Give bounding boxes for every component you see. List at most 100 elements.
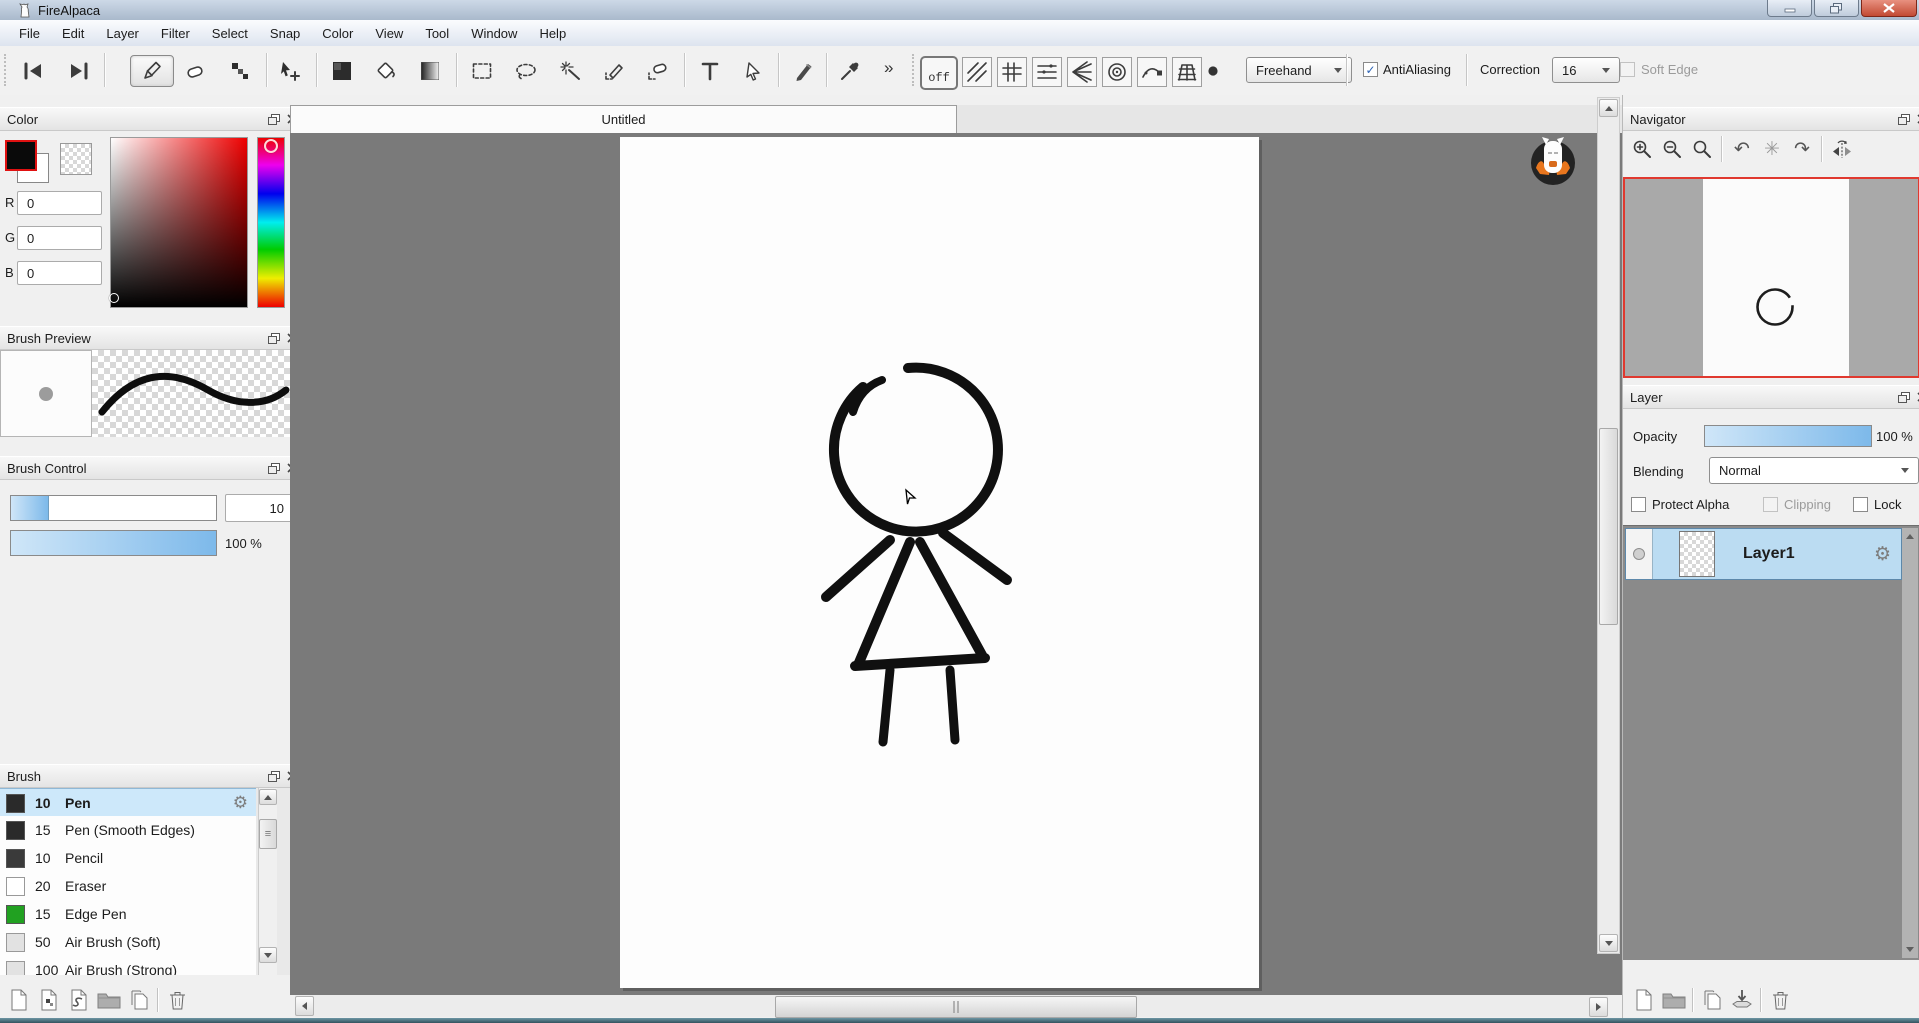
canvas-page[interactable] <box>620 137 1259 988</box>
delete-brush-icon[interactable] <box>162 987 192 1013</box>
move-tool[interactable] <box>268 55 312 87</box>
snap-parallel-button[interactable] <box>962 57 992 87</box>
scrollbar-thumb[interactable] <box>775 996 1137 1018</box>
antialiasing-checkbox[interactable]: ✓ <box>1363 62 1378 77</box>
snap-group-handle[interactable] <box>912 54 914 86</box>
redo-button[interactable] <box>56 55 100 87</box>
scrollbar-thumb[interactable]: ≡ <box>259 819 277 849</box>
brush-list-item[interactable]: 100 Air Brush (Strong) <box>0 956 256 975</box>
brush-list-item[interactable]: 15 Pen (Smooth Edges) <box>0 816 256 845</box>
text-tool[interactable] <box>688 55 732 87</box>
brush-size-value[interactable]: 10 <box>225 494 293 522</box>
brush-size-slider[interactable] <box>10 495 217 521</box>
flip-view-icon[interactable] <box>1827 135 1857 163</box>
gradient-tool[interactable] <box>408 55 452 87</box>
correction-dropdown[interactable]: 16 <box>1552 57 1620 83</box>
layer-thumbnail[interactable] <box>1679 531 1715 577</box>
scroll-left-button[interactable] <box>295 996 314 1016</box>
menu-edit[interactable]: Edit <box>51 20 95 46</box>
scroll-down-button[interactable] <box>259 947 277 963</box>
navigator-preview[interactable] <box>1623 177 1919 378</box>
zoom-out-icon[interactable] <box>1657 135 1687 163</box>
scroll-up-button[interactable] <box>259 789 277 805</box>
brush-list-item[interactable]: 10 Pen ⚙ <box>0 788 256 818</box>
layer-row[interactable]: Layer1 ⚙ <box>1625 528 1902 580</box>
green-value-field[interactable]: 0 <box>17 226 102 250</box>
menu-view[interactable]: View <box>364 20 414 46</box>
canvas-vertical-scrollbar[interactable] <box>1597 97 1620 954</box>
transparent-color-swatch[interactable] <box>60 143 92 175</box>
scroll-up-button[interactable] <box>1599 99 1618 117</box>
brush-opacity-slider[interactable] <box>10 530 217 556</box>
menu-color[interactable]: Color <box>311 20 364 46</box>
snap-horizontal-button[interactable] <box>1032 57 1062 87</box>
scrollbar-thumb[interactable] <box>1599 428 1618 625</box>
layer-opacity-slider[interactable] <box>1704 425 1872 447</box>
snap-crisscross-button[interactable] <box>997 57 1027 87</box>
float-panel-icon[interactable] <box>1898 114 1910 125</box>
snap-off-button[interactable]: off <box>920 56 958 90</box>
brush-script-tool[interactable] <box>782 55 826 87</box>
rect-select-tool[interactable] <box>460 55 504 87</box>
new-script-brush-icon[interactable] <box>64 987 94 1013</box>
magic-wand-tool[interactable] <box>548 55 592 87</box>
select-eraser-tool[interactable] <box>636 55 680 87</box>
snap-settings-dot[interactable] <box>1198 55 1228 87</box>
brush-list-scrollbar[interactable]: ≡ <box>258 788 277 975</box>
menu-tool[interactable]: Tool <box>414 20 460 46</box>
new-bitmap-brush-icon[interactable] <box>34 987 64 1013</box>
float-panel-icon[interactable] <box>268 463 280 474</box>
restore-button[interactable] <box>1814 0 1859 17</box>
fill-rect-tool[interactable] <box>320 55 364 87</box>
menu-filter[interactable]: Filter <box>150 20 201 46</box>
scroll-right-button[interactable] <box>1589 997 1608 1017</box>
minimize-button[interactable] <box>1767 0 1812 17</box>
bucket-tool[interactable] <box>364 55 408 87</box>
toolbar-more-icon[interactable]: » <box>884 58 893 78</box>
delete-layer-icon[interactable] <box>1765 987 1795 1013</box>
blending-dropdown[interactable]: Normal <box>1709 457 1919 484</box>
menu-help[interactable]: Help <box>528 20 577 46</box>
layer-visibility-cell[interactable] <box>1626 529 1653 579</box>
new-brush-icon[interactable] <box>4 987 34 1013</box>
menu-select[interactable]: Select <box>201 20 259 46</box>
float-panel-icon[interactable] <box>268 333 280 344</box>
menu-snap[interactable]: Snap <box>259 20 311 46</box>
layer-visibility-icon[interactable] <box>1633 548 1645 560</box>
select-pen-tool[interactable] <box>592 55 636 87</box>
snap-curve-button[interactable] <box>1137 57 1167 87</box>
scroll-up-icon[interactable] <box>1906 534 1914 539</box>
freehand-dropdown[interactable]: Freehand <box>1246 57 1352 83</box>
undo-button[interactable] <box>12 55 56 87</box>
lasso-select-tool[interactable] <box>504 55 548 87</box>
menu-window[interactable]: Window <box>460 20 528 46</box>
document-tab[interactable]: Untitled <box>290 105 957 133</box>
menu-file[interactable]: File <box>8 20 51 46</box>
brush-list-item[interactable]: 50 Air Brush (Soft) <box>0 928 256 957</box>
hue-marker[interactable] <box>264 139 278 153</box>
brush-folder-icon[interactable] <box>94 987 124 1013</box>
brush-list-item[interactable]: 15 Edge Pen <box>0 900 256 929</box>
eraser-tool[interactable] <box>174 55 218 87</box>
close-button[interactable] <box>1861 0 1917 17</box>
lock-checkbox[interactable] <box>1853 497 1868 512</box>
snap-vanishing-point-button[interactable] <box>1067 57 1097 87</box>
blue-value-field[interactable]: 0 <box>17 261 102 285</box>
hue-bar[interactable] <box>257 137 285 308</box>
merge-down-icon[interactable] <box>1727 987 1757 1013</box>
brush-list-item[interactable]: 10 Pencil <box>0 844 256 873</box>
protect-alpha-checkbox[interactable] <box>1631 497 1646 512</box>
foreground-color-swatch[interactable] <box>5 140 37 171</box>
layer-settings-gear-icon[interactable]: ⚙ <box>1874 543 1891 566</box>
float-panel-icon[interactable] <box>268 771 280 782</box>
brush-settings-gear-icon[interactable]: ⚙ <box>233 793 248 813</box>
toolbar-drag-handle[interactable] <box>4 54 6 86</box>
canvas-viewport[interactable] <box>290 133 1622 995</box>
layer-folder-icon[interactable] <box>1659 987 1689 1013</box>
zoom-reset-icon[interactable] <box>1687 135 1717 163</box>
rotate-left-icon[interactable]: ↶ <box>1727 135 1757 163</box>
float-panel-icon[interactable] <box>1898 392 1910 403</box>
new-layer-icon[interactable] <box>1629 987 1659 1013</box>
brush-list-item[interactable]: 20 Eraser <box>0 872 256 901</box>
dot-tool[interactable] <box>218 55 262 87</box>
